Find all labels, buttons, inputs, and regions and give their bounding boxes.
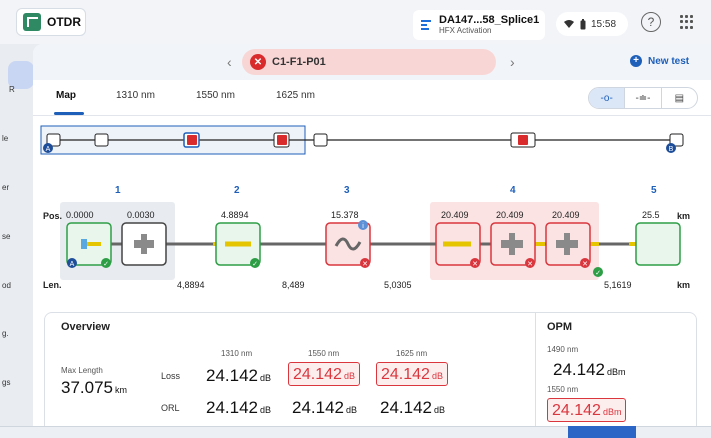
rail-item[interactable]: er xyxy=(2,183,9,192)
svg-text:✕: ✕ xyxy=(472,261,478,268)
job-title: DA147...58_Splice1 xyxy=(439,13,540,26)
bend-event-fail[interactable]: i ✕ xyxy=(325,220,371,268)
opm-value-fail: 24.142 dBm xyxy=(547,398,627,422)
job-list-icon xyxy=(419,18,433,32)
max-length-label: Max Length xyxy=(61,366,103,375)
event-number: 4 xyxy=(510,185,516,196)
job-chip[interactable]: DA147...58_Splice1 HFX Activation xyxy=(413,10,545,40)
svg-text:✕: ✕ xyxy=(362,261,368,268)
rail-item[interactable]: R xyxy=(9,85,15,94)
max-length-value: 37.075 km xyxy=(61,378,127,397)
help-button[interactable]: ? xyxy=(641,12,661,32)
splice-event[interactable] xyxy=(121,222,167,266)
loss-value-1625: 24.142 dB xyxy=(376,362,448,386)
fiber-name: C1-F1-P01 xyxy=(272,56,326,68)
rail-item[interactable]: g. xyxy=(2,329,9,338)
new-test-label: New test xyxy=(648,55,690,67)
splice-event-fail[interactable]: ✕ xyxy=(545,222,591,268)
active-tab-indicator xyxy=(54,112,84,115)
len-unit: km xyxy=(677,280,691,290)
otdr-app-icon xyxy=(23,13,41,31)
svg-text:✕: ✕ xyxy=(527,261,533,268)
opm-wavelength: 1550 nm xyxy=(547,385,579,394)
loss-value-1310: 24.142 dB xyxy=(206,366,272,385)
previous-fiber-button[interactable]: ‹ xyxy=(227,54,232,70)
length-value: 8,489 xyxy=(282,280,305,290)
orl-value-1310: 24.142 dB xyxy=(206,398,272,417)
table-view-icon[interactable]: ▤ xyxy=(660,88,697,108)
wavelength-header: 1310 nm xyxy=(221,349,253,358)
orl-label: ORL xyxy=(161,403,180,413)
trace-view-icon[interactable]: -o- xyxy=(589,88,625,108)
fiber-navigator: ‹ ✕ C1-F1-P01 › + New test xyxy=(33,44,711,80)
event-number: 2 xyxy=(234,185,240,196)
connector-event-pass[interactable] xyxy=(635,222,681,266)
tab-1310[interactable]: 1310 nm xyxy=(116,90,155,101)
length-value: 5,0305 xyxy=(384,280,412,290)
connector-event-pass[interactable]: ✓ xyxy=(215,222,261,268)
launch-connector-event[interactable]: A ✓ xyxy=(66,222,112,268)
status-pill[interactable]: 15:58 xyxy=(556,12,628,36)
rail-item[interactable]: se xyxy=(2,232,10,241)
splice-event-fail[interactable]: ✕ xyxy=(490,222,536,268)
tab-1550[interactable]: 1550 nm xyxy=(196,90,235,101)
event-number: 5 xyxy=(651,185,657,196)
rail-item[interactable]: gs xyxy=(2,378,10,387)
svg-text:✓: ✓ xyxy=(103,261,109,268)
main-panel: ‹ ✕ C1-F1-P01 › + New test Map 1310 nm 1… xyxy=(33,44,711,438)
opm-wavelength: 1490 nm xyxy=(547,345,579,354)
loss-value-1550: 24.142 dB xyxy=(288,362,360,386)
overview-card: Overview Max Length 37.075 km 1310 nm 155… xyxy=(44,312,697,438)
connector-event-fail[interactable]: ✕ xyxy=(435,222,481,268)
apps-grid-button[interactable] xyxy=(680,15,694,29)
event-number: 1 xyxy=(115,185,121,196)
primary-action-button[interactable] xyxy=(568,426,636,438)
endpoint-a-label: A xyxy=(46,146,51,153)
loss-label: Loss xyxy=(161,371,181,381)
endpoint-b-label: B xyxy=(669,146,674,153)
new-test-button[interactable]: + New test xyxy=(630,55,689,67)
job-subtitle: HFX Activation xyxy=(439,25,492,35)
rail-item[interactable]: od xyxy=(2,281,11,290)
next-fiber-button[interactable]: › xyxy=(510,54,515,70)
svg-text:✓: ✓ xyxy=(595,270,601,277)
svg-text:✓: ✓ xyxy=(252,261,258,268)
wavelength-header: 1550 nm xyxy=(308,349,340,358)
fail-icon: ✕ xyxy=(250,54,266,70)
wavelength-header: 1625 nm xyxy=(396,349,428,358)
clock-time: 15:58 xyxy=(591,18,617,30)
svg-text:✕: ✕ xyxy=(582,261,588,268)
opm-title: OPM xyxy=(547,321,573,333)
tab-1625[interactable]: 1625 nm xyxy=(276,90,315,101)
len-label: Len. xyxy=(43,280,62,290)
overview-title: Overview xyxy=(61,321,110,333)
battery-icon xyxy=(580,18,586,29)
length-value: 4,8894 xyxy=(177,280,205,290)
left-rail: R le er se od g. gs xyxy=(0,44,34,438)
app-title: OTDR xyxy=(47,15,81,29)
plus-icon: + xyxy=(630,55,642,67)
opm-divider xyxy=(535,313,536,438)
opm-value: 24.142 dBm xyxy=(553,360,626,379)
rail-item[interactable]: le xyxy=(2,134,8,143)
link-map: A ✓ ✓ i ✕ ✕ ✕ ✕ ✓ xyxy=(66,220,681,277)
top-bar: OTDR DA147...58_Splice1 HFX Activation 1… xyxy=(0,0,711,44)
view-toggle: -o- -≐- ▤ xyxy=(588,87,698,109)
event-number: 3 xyxy=(344,185,350,196)
link-overview-strip[interactable]: A B xyxy=(33,122,711,162)
fiber-selector[interactable]: ✕ C1-F1-P01 xyxy=(242,49,496,75)
link-view-icon[interactable]: -≐- xyxy=(624,88,660,108)
help-icon: ? xyxy=(647,15,655,29)
wifi-icon xyxy=(564,20,574,28)
tab-map[interactable]: Map xyxy=(56,90,76,101)
orl-value-1625: 24.142 dB xyxy=(380,398,446,417)
orl-value-1550: 24.142 dB xyxy=(292,398,358,417)
app-switcher-button[interactable]: OTDR xyxy=(16,8,86,36)
length-value: 5,1619 xyxy=(604,280,632,290)
svg-text:A: A xyxy=(70,261,75,268)
